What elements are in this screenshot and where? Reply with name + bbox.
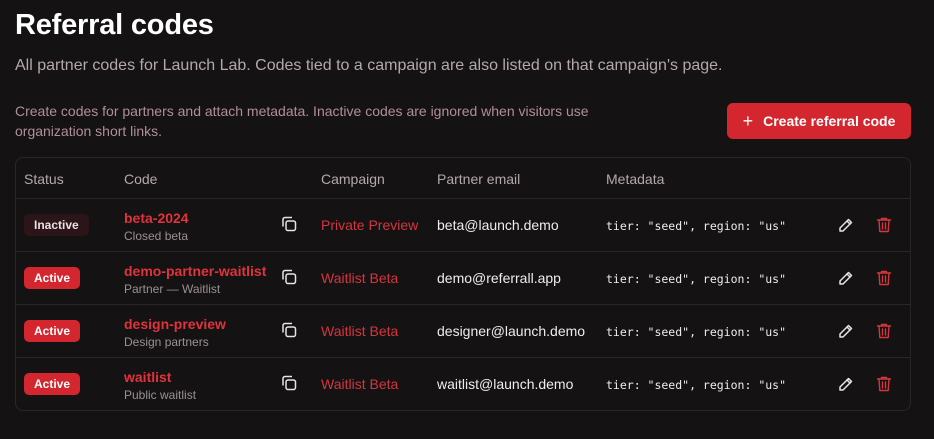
status-badge: Active [24,320,81,342]
copy-icon[interactable] [280,321,298,339]
copy-icon[interactable] [280,374,298,392]
metadata-value: tier: "seed", region: "us" [606,272,787,286]
status-badge: Inactive [24,214,89,236]
code-link[interactable]: design-preview [124,316,226,332]
metadata-value: tier: "seed", region: "us" [606,325,787,339]
partner-email: waitlist@launch.demo [437,376,574,392]
trash-icon[interactable] [876,216,892,234]
metadata-value: tier: "seed", region: "us" [606,219,787,233]
pencil-icon[interactable] [837,375,855,393]
trash-icon[interactable] [876,269,892,287]
column-header-metadata: Metadata [606,171,665,187]
campaign-link[interactable]: Private Preview [321,217,418,233]
code-description: Design partners [124,335,209,349]
code-description: Closed beta [124,229,189,243]
column-header-code: Code [124,171,158,187]
pencil-icon[interactable] [837,322,855,340]
trash-icon[interactable] [876,375,892,393]
code-description: Public waitlist [124,388,197,402]
partner-email: beta@launch.demo [437,217,559,233]
metadata-value: tier: "seed", region: "us" [606,378,787,392]
status-badge: Active [24,267,81,289]
column-header-partner-email: Partner email [437,171,521,187]
code-link[interactable]: waitlist [124,369,171,385]
pencil-icon[interactable] [837,269,855,287]
plus-icon: + [742,110,754,131]
partner-email: designer@launch.demo [437,323,586,339]
table-row: Inactive beta-2024 Closed beta Private P… [16,199,910,252]
table-row: Active design-preview Design partners Wa… [16,305,910,358]
create-referral-code-button[interactable]: + Create referral code [727,103,911,139]
referral-codes-page: Referral codes All partner codes for Lau… [0,0,934,439]
referral-codes-table: Status Code Campaign Partner email Metad… [15,157,911,411]
campaign-link[interactable]: Waitlist Beta [321,323,398,339]
code-link[interactable]: demo-partner-waitlist [124,263,266,279]
page-title: Referral codes [15,9,214,41]
intro-text: Create codes for partners and attach met… [15,103,589,139]
code-description: Partner — Waitlist [124,282,221,296]
code-link[interactable]: beta-2024 [124,210,189,226]
campaign-link[interactable]: Waitlist Beta [321,270,398,286]
partner-email: demo@referrall.app [437,270,561,286]
copy-icon[interactable] [280,215,298,233]
table-row: Active demo-partner-waitlist Partner — W… [16,252,910,305]
column-header-campaign: Campaign [321,171,385,187]
status-badge: Active [24,373,81,395]
create-referral-code-label: Create referral code [763,113,896,129]
column-header-status: Status [24,171,64,187]
campaign-link[interactable]: Waitlist Beta [321,376,398,392]
trash-icon[interactable] [876,322,892,340]
table-header: Status Code Campaign Partner email Metad… [16,158,910,199]
copy-icon[interactable] [280,268,298,286]
pencil-icon[interactable] [837,216,855,234]
page-subtitle: All partner codes for Launch Lab. Codes … [15,57,723,74]
table-row: Active waitlist Public waitlist Waitlist… [16,358,910,410]
